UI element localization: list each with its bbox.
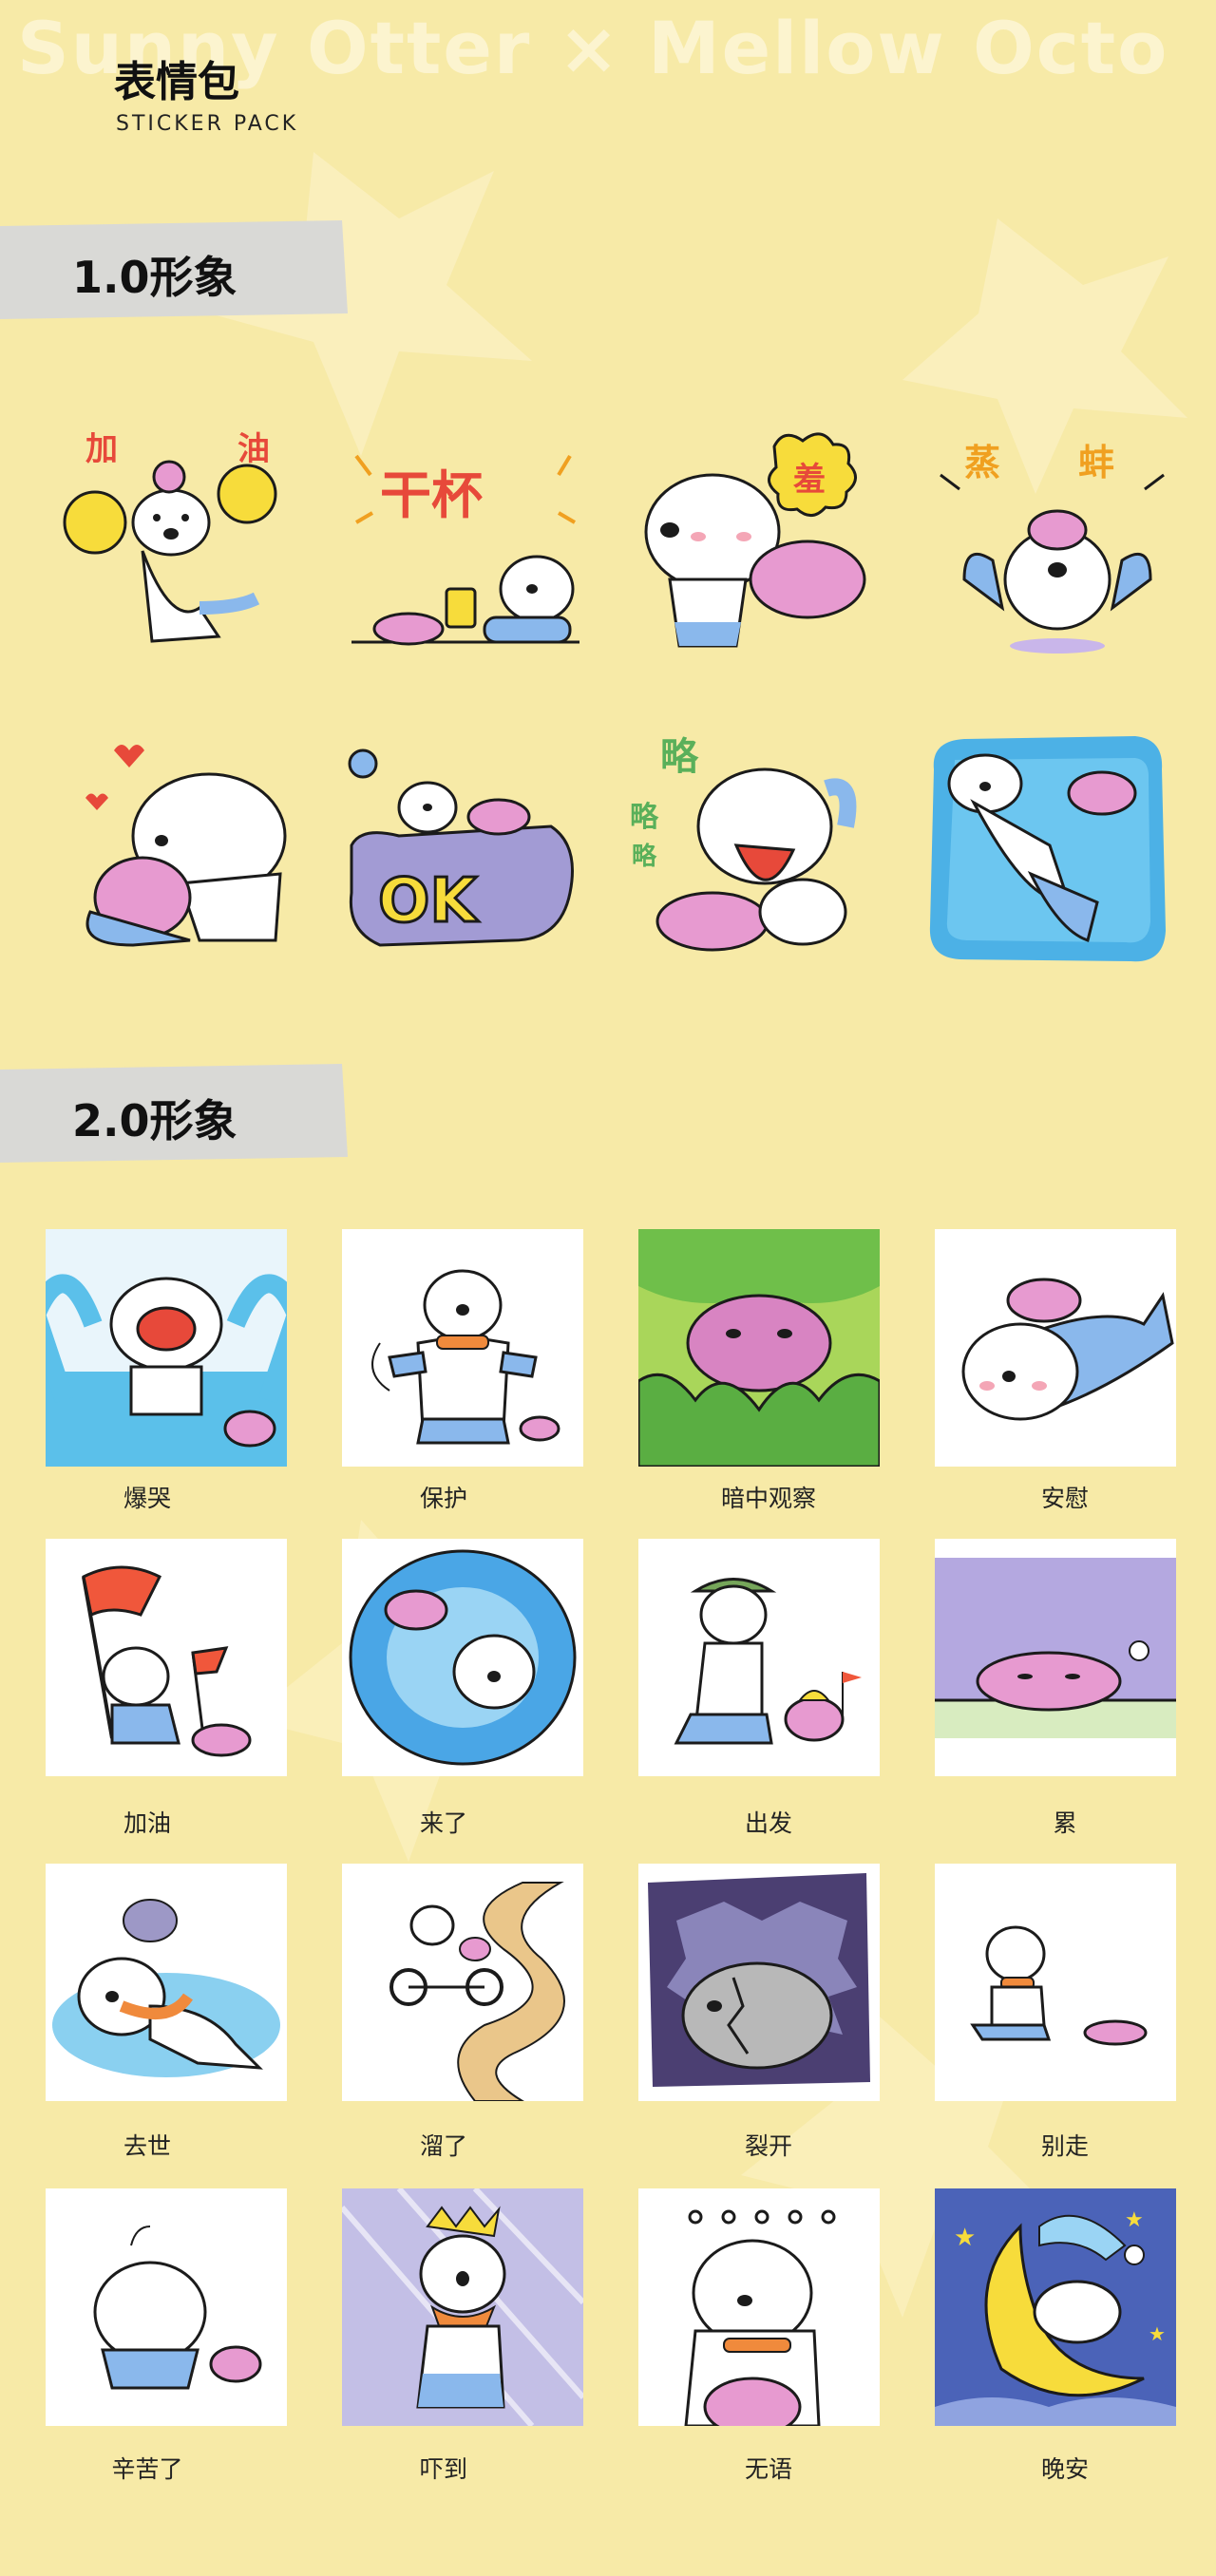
page-subtitle: STICKER PACK (116, 112, 299, 136)
speechless-otter-icon[interactable] (638, 2188, 880, 2426)
floating-in-water-sticker[interactable] (917, 731, 1166, 978)
sticker-word: 蚌 (1078, 442, 1114, 483)
sticker-caption: 累 (1053, 1809, 1077, 1837)
sticker-caption: 辛苦了 (111, 2455, 183, 2483)
tired-octo-icon[interactable] (935, 1539, 1176, 1776)
spying-octo-icon[interactable] (638, 1229, 880, 1467)
section-label-1: 1.0形象 (0, 220, 348, 319)
sticker-caption: 保护 (419, 1485, 467, 1512)
shy-otter-octo-sticker[interactable]: 羞 (632, 418, 879, 665)
toast-otter-octo-sticker[interactable]: 干杯 (342, 418, 589, 665)
sticker-caption: 加油 (123, 1809, 171, 1837)
sticker-word: 羞 (792, 461, 826, 499)
sticker-caption: 无语 (744, 2455, 792, 2483)
flag-otter-icon[interactable] (46, 1539, 287, 1776)
bicycle-otter-icon[interactable] (342, 1864, 583, 2101)
section-1-title: 1.0形象 (72, 252, 238, 303)
section-2-title: 2.0形象 (72, 1095, 238, 1146)
sticker-caption: 去世 (123, 2132, 171, 2160)
sticker-caption: 裂开 (744, 2132, 792, 2160)
sticker-word: 蒸 (964, 442, 1000, 483)
sticker-caption: 出发 (744, 1809, 792, 1837)
svg-text:★: ★ (1125, 2208, 1144, 2232)
protect-otter-icon[interactable] (342, 1229, 583, 1467)
bowing-otter-icon[interactable] (46, 2188, 287, 2426)
hug-octo-sticker[interactable] (57, 722, 304, 969)
cracked-rock-icon[interactable] (638, 1864, 880, 2101)
svg-text:★: ★ (954, 2224, 976, 2252)
sticker-caption: 来了 (419, 1809, 467, 1837)
water-swirl-icon[interactable] (342, 1539, 583, 1776)
shocked-octo-sticker[interactable]: 蒸 蚌 (936, 418, 1183, 665)
sticker-caption: 安慰 (1040, 1485, 1089, 1512)
ok-sign-sticker[interactable]: OK (342, 741, 589, 988)
sticker-word: 略 (632, 842, 657, 871)
sticker-word: 略 (630, 801, 659, 834)
fainted-otter-icon[interactable] (46, 1864, 287, 2101)
sticker-word: 油 (238, 430, 270, 468)
svg-text:★: ★ (1149, 2322, 1166, 2345)
sticker-word: OK (378, 866, 479, 937)
tongue-out-sticker[interactable]: 略 略 略 (622, 722, 869, 969)
sticker-word: 干杯 (380, 465, 483, 525)
section-label-2: 2.0形象 (0, 1064, 348, 1163)
hiking-otter-icon[interactable] (638, 1539, 880, 1776)
sleeping-moon-icon[interactable]: ★ ★ ★ (935, 2188, 1176, 2426)
sticker-caption: 晚安 (1040, 2455, 1089, 2483)
sticker-word: 略 (660, 735, 699, 779)
scared-otter-icon[interactable] (342, 2188, 583, 2426)
sticker-caption: 别走 (1040, 2132, 1089, 2160)
sticker-caption: 爆哭 (123, 1485, 171, 1512)
cheer-otter-octo-sticker[interactable]: 加 油 (57, 418, 304, 665)
comfort-otter-icon[interactable] (935, 1229, 1176, 1467)
sticker-word: 加 (86, 430, 118, 468)
sticker-caption: 吓到 (419, 2455, 467, 2483)
sticker-caption: 溜了 (419, 2132, 467, 2160)
dont-go-otter-icon[interactable] (935, 1864, 1176, 2101)
sticker-caption: 暗中观察 (720, 1485, 816, 1512)
page-title: 表情包 (114, 58, 239, 106)
crying-otter-icon[interactable] (46, 1229, 287, 1467)
